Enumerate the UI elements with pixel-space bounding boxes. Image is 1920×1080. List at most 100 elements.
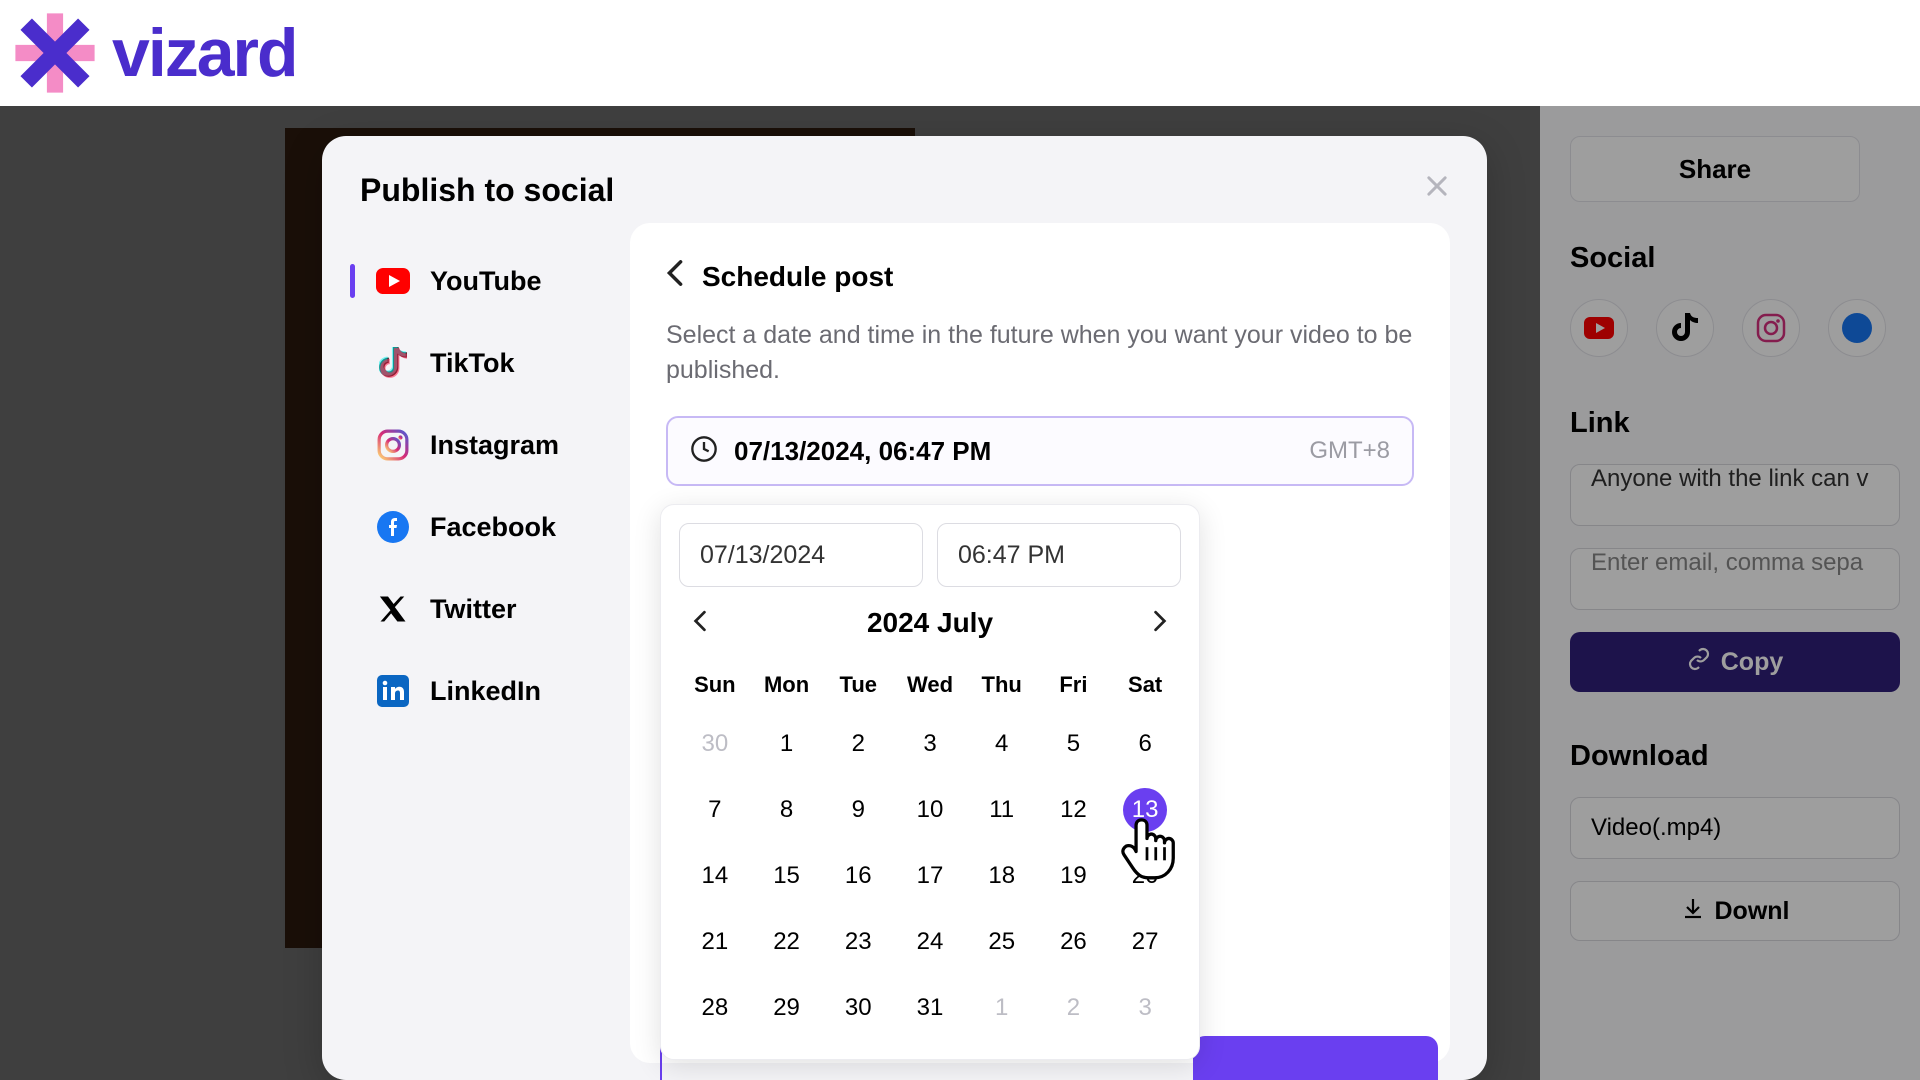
clock-icon [690, 435, 718, 468]
weekday-header: Thu [966, 659, 1038, 711]
instagram-share-icon[interactable] [1742, 299, 1800, 357]
app-header: vizard [0, 0, 1920, 106]
calendar-day[interactable]: 1 [966, 975, 1038, 1041]
calendar-day[interactable]: 25 [966, 909, 1038, 975]
calendar-popover: 07/13/2024 06:47 PM 2024 July SunMonTueW… [660, 504, 1200, 1060]
timezone-label: GMT+8 [1309, 437, 1390, 465]
prev-month-button[interactable] [683, 601, 717, 645]
platform-label: Instagram [430, 430, 559, 461]
link-permission-select[interactable]: Anyone with the link can v [1570, 464, 1900, 526]
youtube-share-icon[interactable] [1570, 299, 1628, 357]
social-icon-row [1570, 299, 1920, 357]
time-input[interactable]: 06:47 PM [937, 523, 1181, 587]
more-share-icon[interactable] [1828, 299, 1886, 357]
close-button[interactable] [1419, 168, 1455, 204]
facebook-icon [376, 510, 410, 544]
platform-list: YouTube TikTok Instagram Facebook Twitte… [356, 240, 626, 732]
month-label: 2024 July [867, 607, 993, 639]
calendar-day[interactable]: 27 [1109, 909, 1181, 975]
calendar-day[interactable]: 23 [822, 909, 894, 975]
linkedin-icon [376, 674, 410, 708]
calendar-day[interactable]: 5 [1038, 711, 1110, 777]
next-month-button[interactable] [1143, 601, 1177, 645]
download-icon [1681, 896, 1705, 927]
asterisk-icon [10, 8, 100, 98]
calendar-day[interactable]: 2 [1038, 975, 1110, 1041]
datetime-value: 07/13/2024, 06:47 PM [734, 436, 1293, 467]
calendar-day[interactable]: 14 [679, 843, 751, 909]
platform-label: Facebook [430, 512, 556, 543]
platform-facebook[interactable]: Facebook [356, 486, 626, 568]
platform-instagram[interactable]: Instagram [356, 404, 626, 486]
platform-label: LinkedIn [430, 676, 541, 707]
calendar-day[interactable]: 3 [894, 711, 966, 777]
copy-link-button[interactable]: Copy [1570, 632, 1900, 692]
calendar-day[interactable]: 18 [966, 843, 1038, 909]
modal-title: Publish to social [360, 172, 1457, 209]
back-button[interactable] [666, 259, 684, 294]
calendar-day[interactable]: 4 [966, 711, 1038, 777]
calendar-day[interactable]: 17 [894, 843, 966, 909]
platform-youtube[interactable]: YouTube [356, 240, 626, 322]
calendar-day[interactable]: 3 [1109, 975, 1181, 1041]
copy-label: Copy [1721, 648, 1784, 677]
calendar-day[interactable]: 12 [1038, 777, 1110, 843]
link-icon [1687, 647, 1711, 678]
calendar-day[interactable]: 11 [966, 777, 1038, 843]
calendar-day[interactable]: 10 [894, 777, 966, 843]
calendar-day[interactable]: 7 [679, 777, 751, 843]
platform-twitter[interactable]: Twitter [356, 568, 626, 650]
social-section-title: Social [1570, 242, 1920, 275]
calendar-day[interactable]: 16 [822, 843, 894, 909]
x-twitter-icon [376, 592, 410, 626]
calendar-day[interactable]: 24 [894, 909, 966, 975]
platform-label: YouTube [430, 266, 541, 297]
calendar-day[interactable]: 21 [679, 909, 751, 975]
brand-name: vizard [112, 14, 297, 92]
schedule-description: Select a date and time in the future whe… [666, 318, 1414, 388]
calendar-day[interactable]: 31 [894, 975, 966, 1041]
instagram-icon [376, 428, 410, 462]
platform-linkedin[interactable]: LinkedIn [356, 650, 626, 732]
date-input[interactable]: 07/13/2024 [679, 523, 923, 587]
youtube-icon [376, 264, 410, 298]
calendar-day[interactable]: 22 [751, 909, 823, 975]
calendar-day[interactable]: 1 [751, 711, 823, 777]
calendar-day[interactable]: 26 [1038, 909, 1110, 975]
calendar-day[interactable]: 6 [1109, 711, 1181, 777]
platform-label: Twitter [430, 594, 517, 625]
share-button[interactable]: Share [1570, 136, 1860, 202]
weekday-header: Wed [894, 659, 966, 711]
schedule-submit-button[interactable] [1193, 1036, 1438, 1080]
tiktok-share-icon[interactable] [1656, 299, 1714, 357]
calendar-day[interactable]: 30 [822, 975, 894, 1041]
weekday-header: Tue [822, 659, 894, 711]
calendar-day[interactable]: 29 [751, 975, 823, 1041]
platform-label: TikTok [430, 348, 515, 379]
weekday-header: Sat [1109, 659, 1181, 711]
brand-logo[interactable]: vizard [10, 8, 297, 98]
calendar-day[interactable]: 2 [822, 711, 894, 777]
tiktok-icon [376, 346, 410, 380]
platform-tiktok[interactable]: TikTok [356, 322, 626, 404]
download-label: Downl [1715, 897, 1790, 926]
download-section-title: Download [1570, 740, 1920, 773]
calendar-grid: SunMonTueWedThuFriSat3012345678910111213… [679, 659, 1181, 1041]
calendar-nav: 2024 July [679, 601, 1181, 645]
download-format[interactable]: Video(.mp4) [1570, 797, 1900, 859]
download-button[interactable]: Downl [1570, 881, 1900, 941]
link-section-title: Link [1570, 407, 1920, 440]
cursor-pointer-icon [1114, 810, 1180, 880]
email-input[interactable]: Enter email, comma sepa [1570, 548, 1900, 610]
share-panel: Share Social Link Anyone with the link c… [1540, 106, 1920, 1080]
calendar-day[interactable]: 28 [679, 975, 751, 1041]
card-header: Schedule post [666, 259, 1414, 294]
weekday-header: Mon [751, 659, 823, 711]
calendar-day[interactable]: 19 [1038, 843, 1110, 909]
calendar-day[interactable]: 30 [679, 711, 751, 777]
weekday-header: Sun [679, 659, 751, 711]
calendar-day[interactable]: 9 [822, 777, 894, 843]
calendar-day[interactable]: 15 [751, 843, 823, 909]
calendar-day[interactable]: 8 [751, 777, 823, 843]
datetime-input[interactable]: 07/13/2024, 06:47 PM GMT+8 [666, 416, 1414, 486]
